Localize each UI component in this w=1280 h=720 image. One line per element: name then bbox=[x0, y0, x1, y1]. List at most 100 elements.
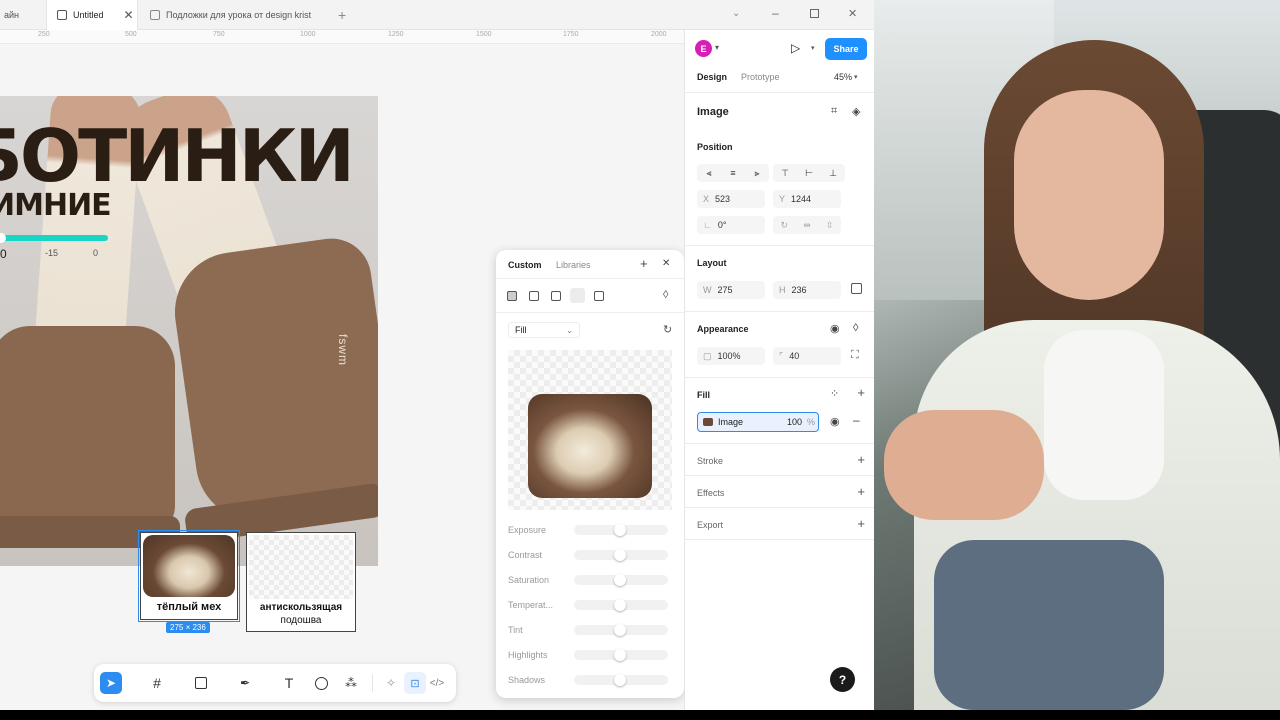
opacity-field[interactable]: ▢ 100% bbox=[697, 347, 765, 365]
eye-icon[interactable]: ◉ bbox=[830, 415, 840, 428]
highlights-slider[interactable]: Highlights bbox=[508, 647, 672, 663]
align-center-icon[interactable]: ≡ bbox=[730, 168, 735, 178]
blend-drop-icon[interactable]: ◊ bbox=[853, 322, 858, 334]
corner-radius-field[interactable]: ⌜ 40 bbox=[773, 347, 841, 365]
slider-knob[interactable] bbox=[614, 599, 626, 611]
actions-tool-button[interactable]: ✧ bbox=[380, 672, 402, 694]
align-top-icon[interactable]: ⊤ bbox=[781, 168, 789, 179]
tab-untitled[interactable]: Untitled ✕ bbox=[46, 0, 138, 30]
align-right-icon[interactable]: ⫸ bbox=[754, 168, 759, 179]
slider-track[interactable] bbox=[574, 549, 668, 561]
add-fill-icon[interactable]: + bbox=[857, 385, 865, 400]
component-icon[interactable]: ◈ bbox=[852, 105, 860, 118]
height-field[interactable]: H 236 bbox=[773, 281, 841, 299]
independent-corners-icon[interactable]: ⛶ bbox=[851, 349, 859, 362]
subheadline-text[interactable]: ИМНИЕ bbox=[0, 188, 112, 223]
blend-drop-icon[interactable]: ◊ bbox=[663, 289, 668, 301]
y-field[interactable]: Y 1244 bbox=[773, 190, 841, 208]
x-field[interactable]: X 523 bbox=[697, 190, 765, 208]
add-export-icon[interactable]: + bbox=[857, 516, 865, 531]
align-bottom-icon[interactable]: ⊥ bbox=[829, 168, 837, 179]
slider-track[interactable] bbox=[574, 599, 668, 611]
slider-track[interactable] bbox=[574, 674, 668, 686]
present-play-icon[interactable]: ▷ bbox=[791, 41, 800, 55]
temperature-bar[interactable] bbox=[0, 235, 108, 241]
slider-track[interactable] bbox=[574, 524, 668, 536]
slider-knob[interactable] bbox=[614, 524, 626, 536]
chevron-down-icon[interactable]: ▾ bbox=[715, 43, 719, 52]
tint-slider[interactable]: Tint bbox=[508, 622, 672, 638]
help-button[interactable]: ? bbox=[830, 667, 855, 692]
move-tool-button[interactable]: ➤ bbox=[100, 672, 122, 694]
components-tool-button[interactable]: ⁂ bbox=[340, 672, 362, 694]
pen-tool-button[interactable]: ✒ bbox=[234, 672, 256, 694]
effects-section[interactable]: Effects + bbox=[685, 476, 875, 508]
exposure-slider[interactable]: Exposure bbox=[508, 522, 672, 538]
linear-gradient-icon[interactable] bbox=[529, 291, 539, 301]
tab-libraries[interactable]: Libraries bbox=[556, 260, 591, 270]
slider-track[interactable] bbox=[574, 624, 668, 636]
align-left-icon[interactable]: ⫷ bbox=[706, 168, 711, 179]
slider-knob[interactable] bbox=[614, 674, 626, 686]
rotate-icon[interactable]: ↻ bbox=[781, 220, 789, 231]
zoom-level[interactable]: 45% bbox=[834, 72, 852, 82]
tab-prototype[interactable]: Prototype bbox=[741, 72, 780, 82]
temperature-slider[interactable]: Temperat... bbox=[508, 597, 672, 613]
user-avatar[interactable]: E bbox=[695, 40, 712, 57]
chevron-down-icon[interactable]: ▾ bbox=[811, 44, 815, 52]
slider-track[interactable] bbox=[574, 574, 668, 586]
image-fill-icon[interactable] bbox=[570, 288, 585, 303]
new-tab-icon[interactable]: + bbox=[338, 7, 346, 23]
remove-fill-icon[interactable]: – bbox=[853, 413, 860, 427]
stroke-section[interactable]: Stroke + bbox=[685, 444, 875, 476]
slider-knob[interactable] bbox=[614, 574, 626, 586]
flip-horizontal-icon[interactable]: ⇹ bbox=[803, 220, 811, 231]
eye-icon[interactable]: ◉ bbox=[830, 322, 840, 335]
comment-tool-button[interactable] bbox=[310, 672, 332, 694]
solid-fill-icon[interactable] bbox=[507, 291, 517, 301]
slider-knob[interactable] bbox=[614, 549, 626, 561]
width-field[interactable]: W 275 bbox=[697, 281, 765, 299]
radial-gradient-icon[interactable] bbox=[551, 291, 561, 301]
text-tool-button[interactable]: T bbox=[278, 672, 300, 694]
feature-card-anti-slip[interactable]: антискользящая подошва bbox=[246, 532, 356, 632]
contrast-slider[interactable]: Contrast bbox=[508, 547, 672, 563]
close-tab-icon[interactable]: ✕ bbox=[124, 8, 134, 22]
flip-vertical-icon[interactable]: ⇳ bbox=[826, 220, 834, 231]
image-fill-row[interactable]: Image 100 % bbox=[697, 412, 819, 432]
resize-icon[interactable] bbox=[851, 283, 862, 294]
tab-design-file[interactable]: Подложки для урока от design krist bbox=[146, 0, 322, 30]
rotate-image-icon[interactable]: ↻ bbox=[663, 323, 672, 336]
saturation-slider[interactable]: Saturation bbox=[508, 572, 672, 588]
code-tool-button[interactable]: </> bbox=[426, 672, 448, 694]
rotation-field[interactable]: ∟ 0° bbox=[697, 216, 765, 234]
slider-knob[interactable] bbox=[614, 649, 626, 661]
slider-knob[interactable] bbox=[614, 624, 626, 636]
close-window-icon[interactable]: ✕ bbox=[848, 7, 857, 20]
tab-previous-file[interactable]: айн bbox=[0, 0, 46, 30]
shadows-slider[interactable]: Shadows bbox=[508, 672, 672, 688]
style-grid-icon[interactable]: ⁘ bbox=[830, 387, 839, 400]
slider-track[interactable] bbox=[574, 649, 668, 661]
headline-text[interactable]: БОТИНКИ bbox=[0, 114, 355, 198]
image-fill-preview[interactable] bbox=[508, 350, 672, 510]
align-middle-icon[interactable]: ⊢ bbox=[805, 168, 813, 179]
close-icon[interactable]: ✕ bbox=[662, 258, 670, 269]
chevron-down-icon[interactable]: ▾ bbox=[854, 73, 858, 81]
add-icon[interactable]: + bbox=[640, 256, 648, 271]
add-stroke-icon[interactable]: + bbox=[857, 452, 865, 467]
minimize-icon[interactable]: – bbox=[772, 6, 779, 20]
boots-product-image[interactable]: fswm БОТИНКИ ИМНИЕ 0 -15 0 bbox=[0, 96, 378, 566]
share-button[interactable]: Share bbox=[825, 38, 867, 60]
add-effect-icon[interactable]: + bbox=[857, 484, 865, 499]
export-section[interactable]: Export + bbox=[685, 508, 875, 540]
chevron-down-icon[interactable]: ⌄ bbox=[732, 8, 740, 19]
tab-custom[interactable]: Custom bbox=[508, 260, 542, 270]
temperature-knob[interactable] bbox=[0, 233, 6, 243]
restore-icon[interactable] bbox=[810, 9, 819, 18]
fill-mode-select[interactable]: Fill ⌄ bbox=[508, 322, 580, 338]
image-tool-button[interactable] bbox=[190, 672, 212, 694]
tab-design[interactable]: Design bbox=[697, 72, 727, 82]
frame-tool-button[interactable]: # bbox=[146, 672, 168, 694]
video-fill-icon[interactable] bbox=[594, 291, 604, 301]
